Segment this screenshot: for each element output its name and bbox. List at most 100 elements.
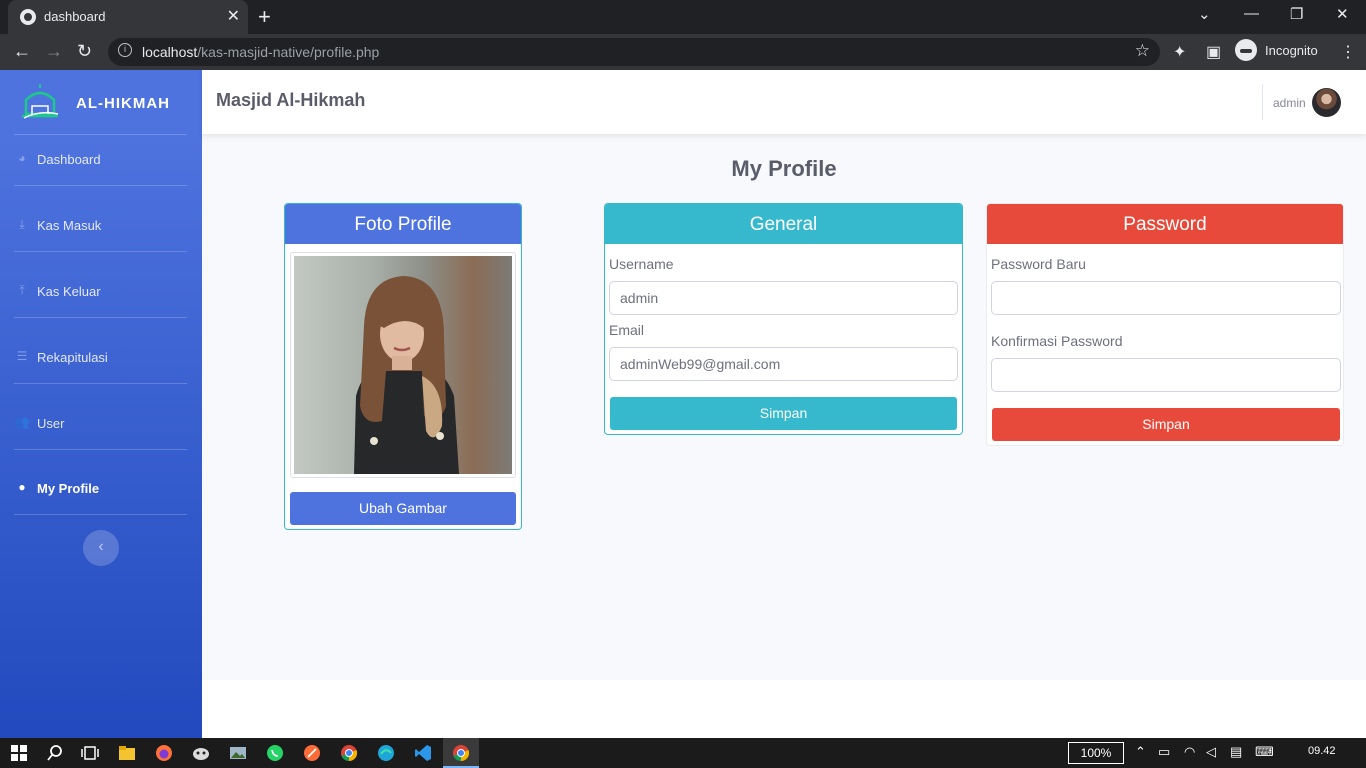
image-viewer-icon[interactable]	[229, 744, 247, 762]
new-password-label: Password Baru	[991, 256, 1086, 272]
globe-icon	[20, 9, 36, 25]
card-header: Password	[987, 204, 1343, 244]
vscode-icon[interactable]	[414, 744, 432, 762]
sidebar-item-my-profile[interactable]: ● My Profile	[14, 477, 187, 501]
email-input[interactable]	[609, 347, 958, 381]
profile-photo-illustration	[354, 276, 459, 474]
topbar: Masjid Al-Hikmah admin	[202, 70, 1366, 134]
sidebar-item-label: My Profile	[37, 481, 100, 496]
site-title: Masjid Al-Hikmah	[216, 90, 366, 110]
battery-icon[interactable]: ▭	[1158, 744, 1170, 760]
whatsapp-icon[interactable]	[266, 744, 284, 762]
sidebar-divider	[14, 514, 187, 515]
user-icon: ●	[18, 480, 26, 494]
sidebar-item-dashboard[interactable]: ◕ Dashboard	[14, 148, 187, 172]
app-mascot-icon[interactable]	[192, 744, 210, 762]
address-bar[interactable]: i localhost/kas-masjid-native/profile.ph…	[108, 38, 1160, 66]
url-path: /kas-masjid-native/profile.php	[197, 44, 380, 60]
task-view-icon[interactable]	[81, 744, 99, 762]
chrome-active-icon[interactable]	[452, 744, 470, 762]
sidebar-item-rekapitulasi[interactable]: ☰ Rekapitulasi	[14, 346, 187, 370]
card-header: Foto Profile	[285, 204, 521, 244]
volume-icon[interactable]: ◁	[1206, 744, 1216, 760]
email-label: Email	[609, 322, 645, 338]
restore-icon[interactable]: ❐	[1290, 5, 1303, 23]
incognito-label: Incognito	[1265, 43, 1318, 58]
save-password-button[interactable]: Simpan	[992, 408, 1340, 441]
new-tab-icon[interactable]: +	[258, 4, 271, 30]
tab-search-icon[interactable]: ⌄	[1198, 5, 1211, 23]
sidebar-divider	[14, 134, 187, 135]
new-password-input[interactable]	[991, 281, 1341, 315]
sidebar-item-label: Rekapitulasi	[37, 350, 108, 365]
minimize-icon[interactable]: —	[1244, 5, 1259, 22]
sidebar-item-kas-masuk[interactable]: ⤓ Kas Masuk	[14, 214, 187, 238]
profile-photo-frame	[290, 252, 516, 478]
site-info-icon[interactable]: i	[118, 43, 132, 57]
sidebar-divider	[14, 317, 187, 318]
tab-title: dashboard	[44, 9, 106, 24]
topbar-divider	[1262, 84, 1263, 120]
sidebar-toggle-button[interactable]: ‹	[83, 530, 119, 566]
main-content: My Profile Foto Profile Ubah Gambar Gene…	[202, 134, 1366, 680]
footer-area	[202, 680, 1366, 738]
firefox-icon[interactable]	[155, 744, 173, 762]
download-icon: ⤓	[19, 217, 25, 231]
sidebar-item-label: Kas Masuk	[37, 218, 102, 233]
zoom-level-badge: 100%	[1068, 742, 1124, 764]
close-tab-icon[interactable]: ✕	[227, 6, 240, 26]
file-explorer-icon[interactable]	[118, 744, 136, 762]
url-text: localhost/kas-masjid-native/profile.php	[142, 44, 379, 60]
wifi-icon[interactable]: ◠	[1184, 744, 1195, 760]
clock[interactable]: 09.42	[1308, 745, 1336, 757]
search-icon[interactable]	[46, 744, 64, 762]
chevron-left-icon: ‹	[98, 538, 104, 555]
sidebar-divider	[14, 251, 187, 252]
notification-icon[interactable]: ▤	[1230, 744, 1242, 760]
sidebar-item-label: User	[37, 416, 65, 431]
extensions-icon[interactable]: ✦	[1173, 42, 1186, 62]
browser-tabbar: dashboard ✕ + ⌄ — ❐ ✕	[0, 0, 1366, 34]
upload-icon: ⤒	[19, 283, 25, 297]
back-icon[interactable]: ←	[13, 41, 31, 62]
sidebar-divider	[14, 383, 187, 384]
foto-profile-card: Foto Profile Ubah Gambar	[284, 203, 522, 530]
confirm-password-input[interactable]	[991, 358, 1341, 392]
username-label: Username	[609, 256, 674, 272]
sidebar-brand[interactable]: AL-HIKMAH	[0, 70, 202, 134]
url-host: localhost	[142, 44, 198, 60]
sidebar-divider	[14, 185, 187, 186]
chrome-icon[interactable]	[340, 744, 358, 762]
users-icon: 👥	[14, 415, 30, 429]
window-close-icon[interactable]: ✕	[1336, 5, 1349, 23]
sidebar-item-label: Dashboard	[37, 152, 101, 167]
edge-icon[interactable]	[377, 744, 395, 762]
chevron-up-icon[interactable]: ⌃	[1135, 744, 1146, 760]
username-input[interactable]	[609, 281, 958, 315]
sidebar-item-kas-keluar[interactable]: ⤒ Kas Keluar	[14, 280, 187, 304]
sidebar-item-user[interactable]: 👥 User	[14, 412, 187, 436]
incognito-icon	[1235, 39, 1257, 61]
change-photo-button[interactable]: Ubah Gambar	[290, 492, 516, 525]
browser-toolbar: ← → ↻ i localhost/kas-masjid-native/prof…	[0, 34, 1366, 70]
side-panel-icon[interactable]: ▣	[1206, 42, 1221, 62]
confirm-password-label: Konfirmasi Password	[991, 333, 1123, 349]
sidebar-item-label: Kas Keluar	[37, 284, 101, 299]
keyboard-icon[interactable]: ⌨	[1255, 744, 1274, 760]
windows-start-icon[interactable]	[10, 744, 28, 762]
browser-tab[interactable]: dashboard ✕	[8, 0, 248, 34]
forward-icon[interactable]: →	[45, 41, 63, 62]
brand-name: AL-HIKMAH	[76, 95, 170, 112]
avatar[interactable]	[1312, 88, 1341, 117]
general-card: General Username Email Simpan	[604, 203, 963, 435]
postman-icon[interactable]	[303, 744, 321, 762]
menu-icon[interactable]: ⋮	[1340, 42, 1356, 62]
save-general-button[interactable]: Simpan	[610, 397, 957, 430]
sidebar-divider	[14, 449, 187, 450]
bookmark-star-icon[interactable]: ☆	[1135, 41, 1150, 61]
reload-icon[interactable]: ↻	[77, 41, 92, 62]
user-name[interactable]: admin	[1273, 96, 1306, 110]
page-title: My Profile	[731, 156, 837, 181]
list-icon: ☰	[16, 349, 28, 363]
sidebar: AL-HIKMAH ◕ Dashboard ⤓ Kas Masuk ⤒ Kas …	[0, 70, 202, 738]
